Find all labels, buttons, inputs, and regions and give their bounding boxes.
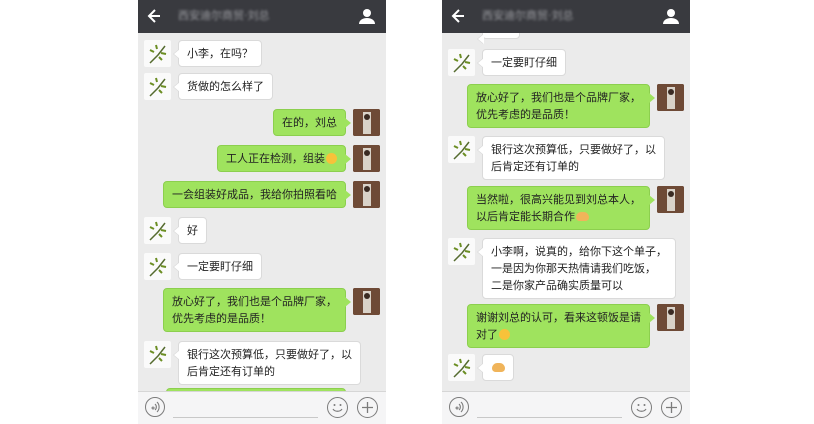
message-line: 优先考虑的是品质！ [476,108,575,121]
message-list[interactable]: 一定要盯仔细 放心好了，我们也是个品牌厂家， 优先考虑的是品质！ 银行这次预算低… [442,33,690,391]
my-avatar[interactable] [353,288,380,315]
incoming-message[interactable]: 银行这次预算低，只要做好了，以 后肯定还有订单的 [173,341,361,385]
bread-emoji-icon [576,212,589,221]
chat-title: 西安迪尔商贸·刘总 [482,9,574,22]
incoming-message[interactable]: 好 [173,217,207,244]
message-text: 一定要盯仔细 [491,56,557,69]
back-arrow-icon[interactable] [450,6,468,26]
contact-avatar[interactable] [448,354,475,381]
message-text: 一会组装好成品，我给你拍照看哈 [172,188,337,201]
chat-screen-left: 西安迪尔商贸·刘总 小李，在吗？ 货做的怎么样了 在的，刘总 工人正在检测，组装… [138,0,386,424]
outgoing-message[interactable]: 一会组装好成品，我给你拍照看哈 [163,181,351,208]
chat-title: 西安迪尔商贸·刘总 [178,9,270,22]
voice-input-icon[interactable] [145,397,165,417]
message-line: 银行这次预算低，只要做好了，以 [187,348,352,361]
smile-emoji-icon [326,153,337,164]
message-line: 二是你家产品确实质量可以 [491,279,623,292]
outgoing-message[interactable]: 放心好了，我们也是个品牌厂家， 优先考虑的是品质！ [467,84,655,128]
my-avatar[interactable] [353,145,380,172]
message-text: 小李，在吗？ [187,47,253,60]
chat-screen-right: 西安迪尔商贸·刘总 一定要盯仔细 放心好了，我们也是个品牌厂家， 优先考虑的是品… [442,0,690,424]
contact-avatar[interactable] [448,136,475,163]
bread-emoji-icon [492,363,505,372]
contact-avatar[interactable] [144,253,171,280]
my-avatar[interactable] [657,186,684,213]
outgoing-message[interactable]: 在的，刘总 [273,109,351,136]
outgoing-message[interactable]: 当然啦，很高兴能见到刘总本人， 以后肯定能长期合作 [467,186,655,230]
message-input[interactable] [173,417,318,418]
chat-header: 西安迪尔商贸·刘总 [442,0,690,33]
message-line-wrap: 以后肯定能长期合作 [476,208,641,225]
message-line: 后肯定还有订单的 [491,160,579,173]
message-line: 当然啦，很高兴能见到刘总本人， [476,193,641,206]
voice-input-icon[interactable] [449,397,469,417]
contact-avatar[interactable] [144,217,171,244]
message-line: 放心好了，我们也是个品牌厂家， [476,91,641,104]
input-bar [442,391,690,424]
message-line: 小李啊，说真的，给你下这个单子， [491,245,667,258]
incoming-message[interactable]: 小李，在吗？ [173,40,262,67]
more-plus-icon[interactable] [661,397,682,418]
incoming-message[interactable]: 一定要盯仔细 [477,49,566,76]
contact-avatar[interactable] [144,40,171,67]
my-avatar[interactable] [353,181,380,208]
chat-header: 西安迪尔商贸·刘总 [138,0,386,33]
contact-avatar[interactable] [448,238,475,265]
outgoing-message[interactable]: 放心好了，我们也是个品牌厂家， 优先考虑的是品质！ [163,288,351,332]
emoji-icon[interactable] [631,397,652,418]
message-text: 在的，刘总 [282,116,337,129]
back-arrow-icon[interactable] [146,6,164,26]
outgoing-message[interactable]: 工人正在检测，组装 [217,145,351,172]
incoming-message[interactable]: 一定要盯仔细 [173,253,262,280]
outgoing-message[interactable]: 谢谢刘总的认可，看来这顿饭是请 对了 [467,304,655,348]
message-line: 以后肯定能长期合作 [476,210,575,223]
incoming-message[interactable]: 小李啊，说真的，给你下这个单子， 一是因为你那天热情请我们吃饭， 二是你家产品确… [477,238,676,299]
grin-emoji-icon [499,329,510,340]
message-line: 谢谢刘总的认可，看来这顿饭是请 [476,311,641,324]
message-text: 货做的怎么样了 [187,80,264,93]
incoming-message[interactable]: 银行这次预算低，只要做好了，以 后肯定还有订单的 [477,136,665,180]
my-avatar[interactable] [353,109,380,136]
contact-info-icon[interactable] [358,7,376,25]
incoming-message-partial[interactable] [477,33,520,44]
message-text: 好 [187,224,198,237]
message-text: 一定要盯仔细 [187,260,253,273]
incoming-message[interactable]: 货做的怎么样了 [173,73,273,100]
message-line: 一是因为你那天热情请我们吃饭， [491,262,656,275]
more-plus-icon[interactable] [357,397,378,418]
my-avatar[interactable] [657,84,684,111]
message-line: 放心好了，我们也是个品牌厂家， [172,295,337,308]
message-line-wrap: 对了 [476,326,641,343]
contact-info-icon[interactable] [662,7,680,25]
message-line: 对了 [476,328,498,341]
message-list[interactable]: 小李，在吗？ 货做的怎么样了 在的，刘总 工人正在检测，组装 一会组装好成品，我… [138,33,386,391]
contact-avatar[interactable] [448,49,475,76]
contact-avatar[interactable] [144,73,171,100]
message-line: 后肯定还有订单的 [187,365,275,378]
message-input[interactable] [477,417,622,418]
message-text: 工人正在检测，组装 [226,152,325,165]
emoji-icon[interactable] [327,397,348,418]
my-avatar[interactable] [657,304,684,331]
contact-avatar[interactable] [144,341,171,368]
input-bar [138,391,386,424]
message-line: 银行这次预算低，只要做好了，以 [491,143,656,156]
message-line: 优先考虑的是品质！ [172,312,271,325]
incoming-message[interactable] [477,354,514,381]
